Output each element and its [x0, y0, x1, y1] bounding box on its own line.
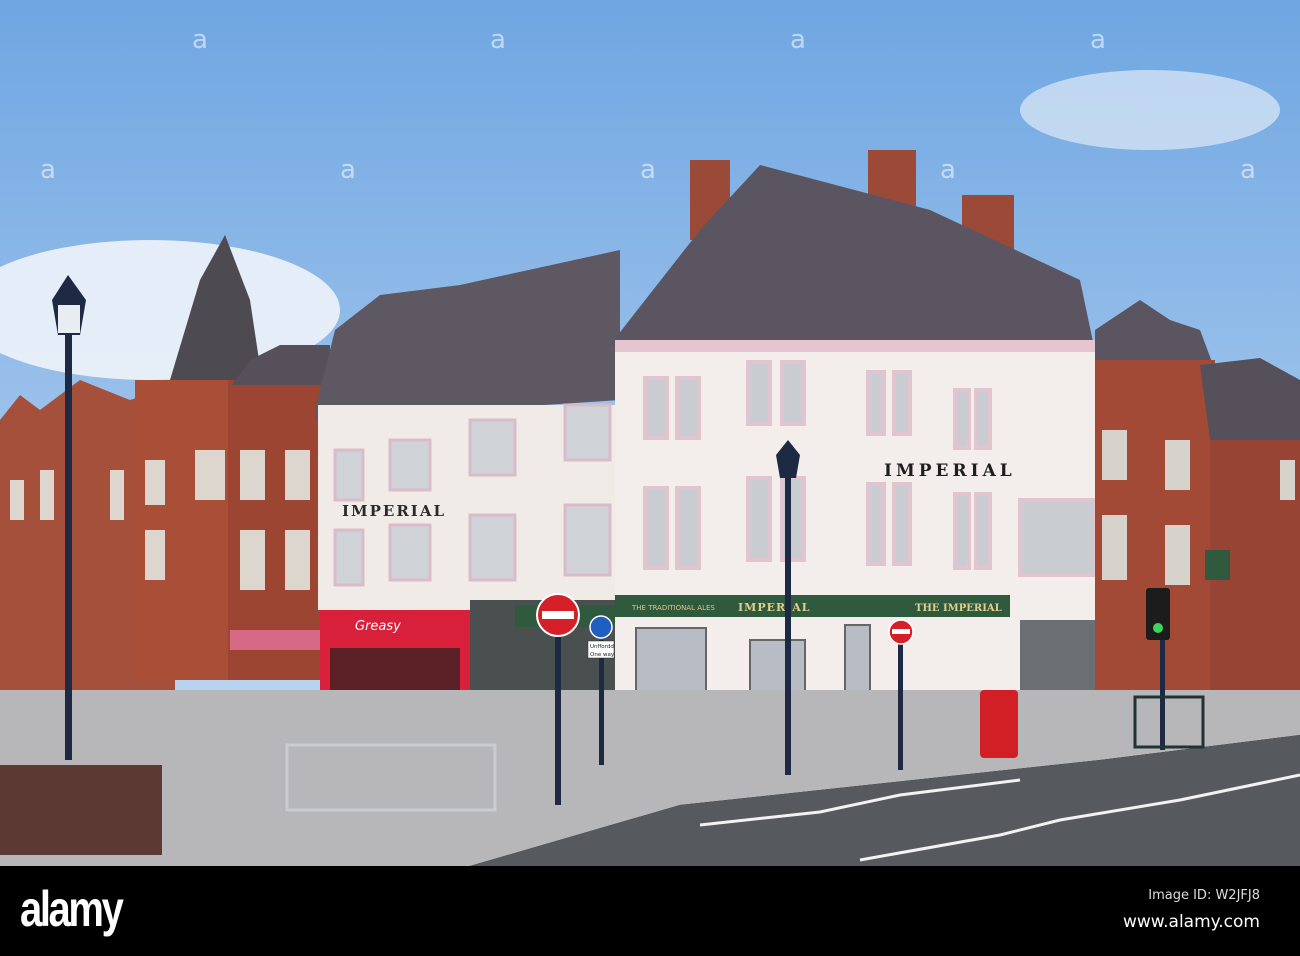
svg-text:a: a	[192, 25, 208, 55]
svg-text:a: a	[1240, 155, 1256, 185]
svg-text:a: a	[1090, 25, 1106, 55]
cafe-sign: Greasy	[355, 619, 401, 634]
svg-text:a: a	[640, 155, 656, 185]
street-sign-line2: One way	[590, 652, 615, 658]
brick-wall	[0, 765, 162, 855]
watermark-bar: alamy Image ID: W2JFJ8 www.alamy.com	[0, 866, 1300, 956]
svg-text:a: a	[40, 155, 56, 185]
svg-text:a: a	[340, 155, 356, 185]
street-scene-photo: IMPERIAL IMPERIAL THE TRADITIONAL ALES I…	[0, 0, 1300, 866]
svg-text:a: a	[490, 25, 506, 55]
fascia-small: THE TRADITIONAL ALES	[631, 604, 715, 612]
svg-text:a: a	[790, 25, 806, 55]
fascia-center: IMPERIAL	[738, 601, 811, 614]
image-id: Image ID: W2JFJ8	[1148, 888, 1260, 903]
stock-photo: IMPERIAL IMPERIAL THE TRADITIONAL ALES I…	[0, 0, 1300, 956]
post-box	[980, 690, 1018, 758]
cloud	[1020, 70, 1280, 150]
site-url: www.alamy.com	[1122, 912, 1260, 932]
alamy-logo: alamy	[20, 881, 124, 937]
building-name-left: IMPERIAL	[342, 502, 446, 520]
building-name-main: IMPERIAL	[884, 461, 1016, 481]
fascia-right: THE IMPERIAL	[915, 603, 1002, 614]
street-sign-line1: Unffordd	[590, 644, 614, 650]
svg-text:a: a	[940, 155, 956, 185]
